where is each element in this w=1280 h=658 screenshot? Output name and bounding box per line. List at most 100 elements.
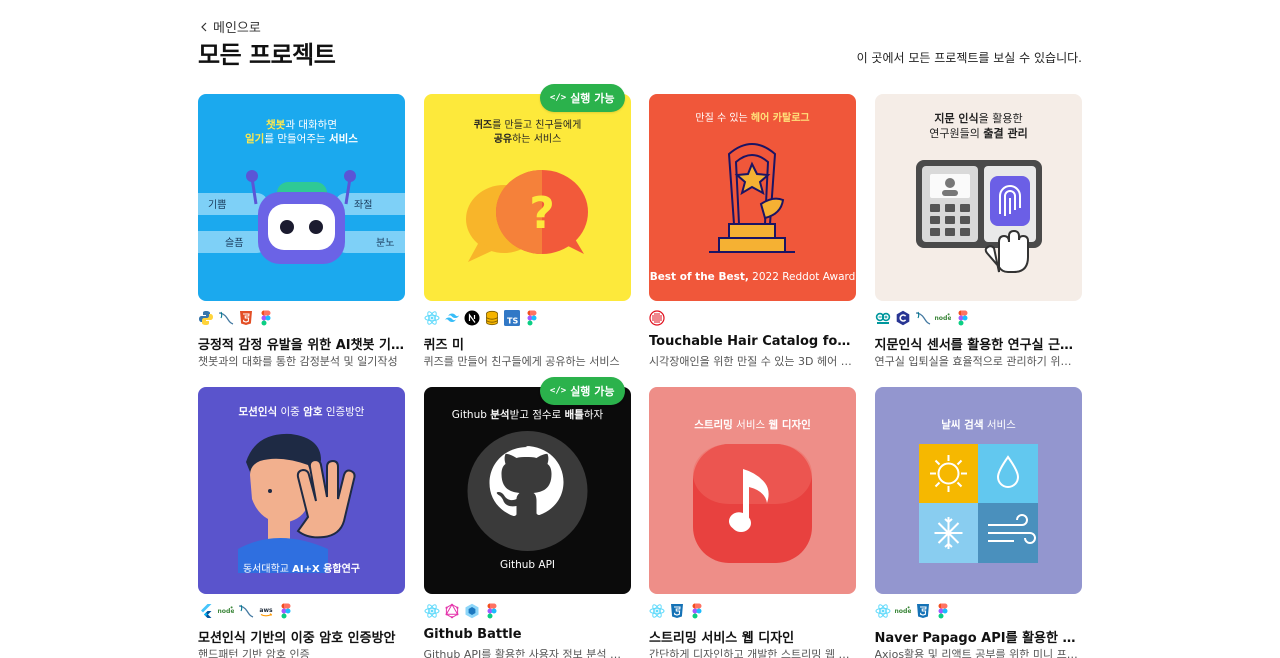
tailwind-icon [444, 310, 460, 326]
nodejs-icon [935, 310, 951, 326]
aws-icon [258, 603, 274, 619]
thumb-text: 연구원들의 [929, 127, 983, 140]
thumb-text: 지문 인식 [934, 111, 978, 125]
svg-text:지문 인식을 활용한: 지문 인식을 활용한 [934, 111, 1022, 125]
mysql-icon [238, 603, 254, 619]
figma-icon [484, 603, 500, 619]
typescript-icon [504, 310, 520, 326]
project-title[interactable]: 긍정적 감정 유발을 위한 AI챗봇 기반 감정분석 및 일기작성 [198, 334, 405, 353]
react-icon [424, 310, 440, 326]
project-title[interactable]: Naver Papago API를 활용한 날씨 검색 서비스 [875, 627, 1082, 646]
thumb-text: 암호 [303, 405, 323, 418]
question-mark-icon: ? [529, 188, 555, 239]
tech-stack [198, 603, 294, 619]
thumb-text: 를 만들어주는 [264, 133, 329, 145]
thumb-text: 만질 수 있는 [695, 112, 751, 124]
project-thumbnail: 퀴즈를 만들고 친구들에게 공유하는 서비스 ? [423, 94, 631, 301]
project-title[interactable]: Github Battle [424, 627, 631, 642]
figma-icon [258, 310, 274, 326]
thumb-text: 스트리밍 [694, 418, 733, 431]
graphql-icon [444, 603, 460, 619]
flutter-icon [198, 603, 214, 619]
fingerprint-device-illustration: 지문 인식을 활용한 연구원들의 출결 관리 [874, 94, 1082, 301]
nodejs-icon [218, 603, 234, 619]
tech-stack [424, 603, 500, 619]
tech-stack [649, 603, 705, 619]
project-title[interactable]: 지문인식 센서를 활용한 연구실 근태 관리 서비스 [875, 334, 1082, 353]
thumb-text: 배틀 [564, 408, 584, 421]
thumb-text: 인증방안 [322, 406, 364, 418]
award-trophy-illustration: 만질 수 있는 헤어 카탈로그 Best of the Best, 2022 R… [649, 94, 856, 301]
css3-icon [915, 603, 931, 619]
svg-text:스트리밍 서비스 웹 디자인: 스트리밍 서비스 웹 디자인 [694, 418, 811, 431]
thumb-text: 하자 [583, 408, 603, 421]
python-icon [198, 310, 214, 326]
thumb-text: 를 만들고 친구들에게 [492, 119, 581, 131]
chatbot-robot-illustration: 챗봇과 대화하면 일기를 만들어주는 서비스 기쁨 좌절 슬픔 분노 [198, 94, 405, 301]
figma-icon [524, 310, 540, 326]
projects-page: 메인으로 모든 프로젝트 이 곳에서 모든 프로젝트를 보실 수 있습니다. 챗… [198, 0, 1082, 658]
tech-stack [649, 310, 665, 326]
emotion-tag: 좌절 [354, 198, 372, 211]
thumb-text: 받고 점수로 [509, 409, 564, 421]
thumb-text: 챗봇 [266, 118, 286, 131]
html5-icon [238, 310, 254, 326]
svg-text:Best of the Best, 2022 Reddot: Best of the Best, 2022 Reddot Award [650, 271, 856, 283]
svg-text:Github 분석받고 점수로 배틀하자: Github 분석받고 점수로 배틀하자 [451, 408, 603, 421]
thumb-text: 동서대학교 [243, 563, 292, 575]
arduino-icon [875, 310, 891, 326]
mysql-icon [218, 310, 234, 326]
react-icon [424, 603, 440, 619]
thumb-text: 과 대화하면 [285, 118, 337, 131]
project-title[interactable]: Touchable Hair Catalog for Blind [649, 334, 856, 349]
figma-icon [689, 603, 705, 619]
database-icon [484, 310, 500, 326]
thumb-text: 이중 [277, 406, 303, 418]
project-thumbnail: Github 분석받고 점수로 배틀하자 Github API [423, 387, 631, 594]
thumb-text: 서비스 [983, 419, 1016, 431]
tech-stack [875, 603, 951, 619]
thumb-text: 일기 [245, 132, 264, 145]
music-app-illustration: 스트리밍 서비스 웹 디자인 [649, 387, 856, 594]
svg-text:모션인식 이중 암호 인증방안: 모션인식 이중 암호 인증방안 [239, 405, 365, 418]
chevron-left-icon [201, 22, 207, 31]
svg-text:동서대학교 AI+X 융합연구: 동서대학교 AI+X 융합연구 [243, 562, 360, 575]
thumb-text: 날씨 검색 [941, 418, 983, 431]
runnable-badge[interactable]: </> 실행 가능 [539, 84, 625, 112]
project-description: Github API를 활용한 사용자 정보 분석 서비스 [423, 648, 631, 658]
project-thumbnail: 지문 인식을 활용한 연구원들의 출결 관리 [874, 94, 1082, 301]
thumb-text: 웹 디자인 [769, 418, 811, 431]
mysql-icon [915, 310, 931, 326]
svg-text:연구원들의 출결 관리: 연구원들의 출결 관리 [929, 126, 1027, 140]
react-icon [875, 603, 891, 619]
code-icon: </> [549, 93, 567, 103]
project-description: 핸드패턴 기반 암호 인증 [198, 648, 310, 658]
svg-text:날씨 검색 서비스: 날씨 검색 서비스 [941, 418, 1016, 431]
project-title[interactable]: 퀴즈 미 [424, 334, 631, 353]
project-thumbnail: 날씨 검색 서비스 [874, 387, 1082, 594]
thumb-text: Github [451, 409, 489, 421]
thumb-text: AI+X 융합연구 [292, 562, 360, 575]
page-title: 모든 프로젝트 [198, 41, 336, 69]
project-description: 챗봇과의 대화를 통한 감정분석 및 일기작성 [198, 355, 398, 368]
thumb-text: 2022 Reddot Award [749, 271, 855, 283]
runnable-badge[interactable]: </> 실행 가능 [539, 377, 625, 405]
thumb-text: 모션인식 [239, 405, 278, 418]
back-to-main-link[interactable]: 메인으로 [200, 17, 261, 36]
emotion-tag: 슬픔 [225, 237, 243, 249]
svg-text:퀴즈를 만들고 친구들에게: 퀴즈를 만들고 친구들에게 [473, 118, 581, 131]
project-thumbnail: 스트리밍 서비스 웹 디자인 [649, 387, 856, 594]
thumb-text: 헤어 카탈로그 [751, 111, 810, 124]
nextjs-icon [464, 310, 480, 326]
thumb-text: 공유 [493, 133, 511, 145]
project-thumbnail: 만질 수 있는 헤어 카탈로그 Best of the Best, 2022 R… [649, 94, 856, 301]
figma-icon [935, 603, 951, 619]
project-title[interactable]: 모션인식 기반의 이중 암호 인증방안 [198, 627, 405, 646]
thumb-text: 서비스 [733, 419, 769, 431]
project-title[interactable]: 스트리밍 서비스 웹 디자인 [649, 627, 856, 646]
thumb-text: 하는 서비스 [512, 132, 561, 145]
quiz-speech-bubble-illustration: 퀴즈를 만들고 친구들에게 공유하는 서비스 ? [423, 94, 631, 301]
github-octocat-illustration: Github 분석받고 점수로 배틀하자 Github API [423, 387, 631, 594]
react-icon [649, 603, 665, 619]
svg-text:일기를 만들어주는 서비스: 일기를 만들어주는 서비스 [245, 132, 358, 145]
